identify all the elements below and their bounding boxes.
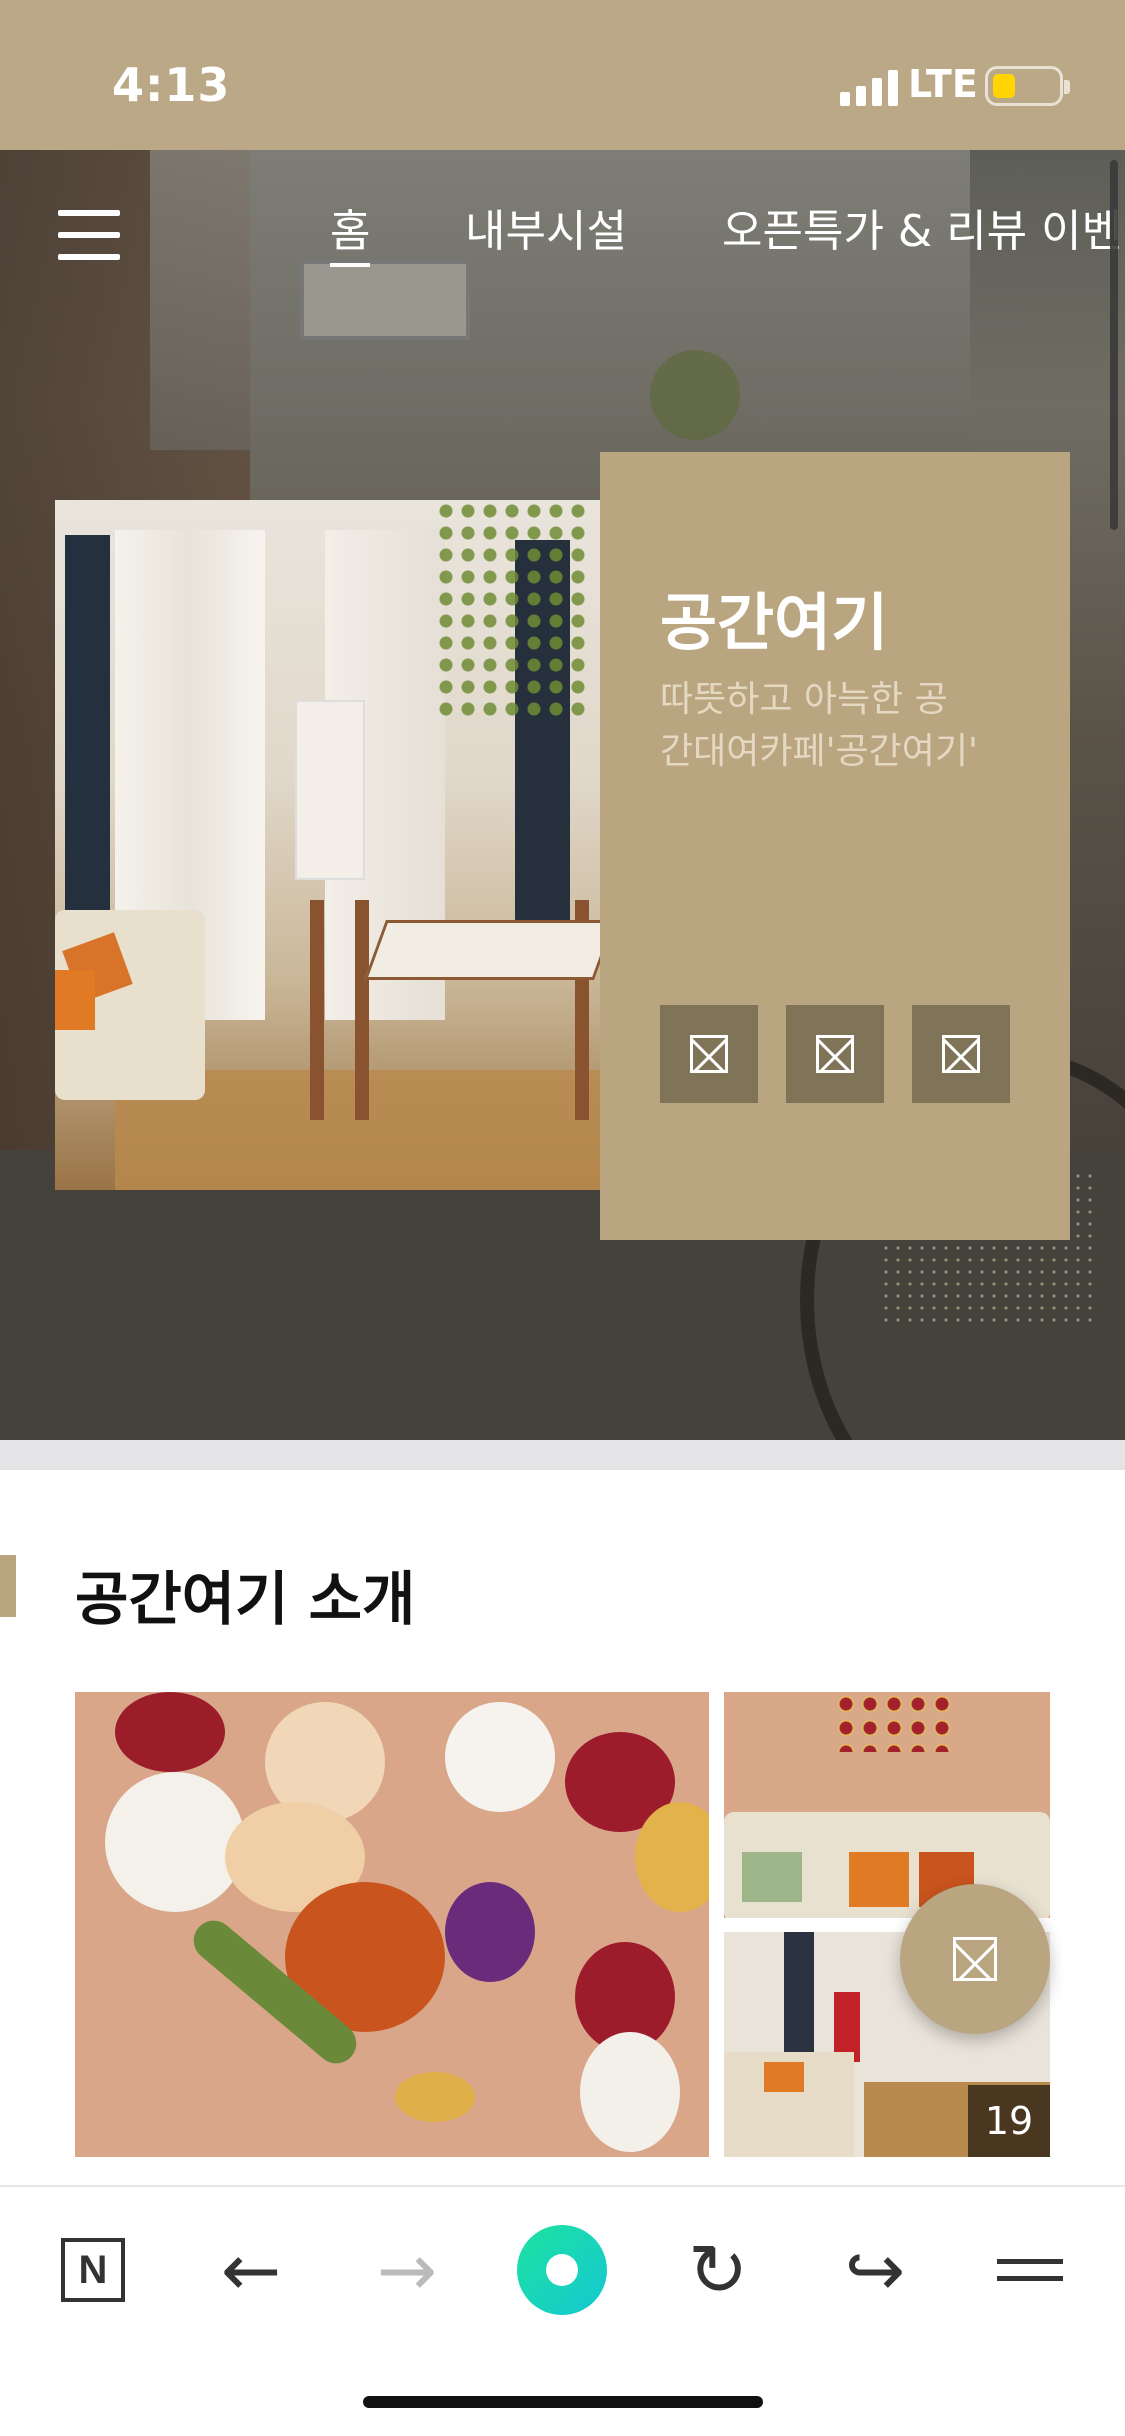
status-time: 4:13 — [112, 58, 231, 112]
tab-facilities[interactable]: 내부시설 — [465, 195, 627, 259]
reload-icon: ↻ — [687, 2228, 749, 2312]
broken-image-icon[interactable] — [660, 1005, 758, 1103]
card-title: 공간여기 — [660, 586, 889, 659]
scrollbar[interactable] — [1110, 160, 1118, 530]
forward-button[interactable]: → — [362, 2225, 452, 2315]
ceiling-ac-unit — [300, 260, 470, 340]
status-bar: 4:13 LTE — [0, 0, 1125, 150]
green-dot-icon — [517, 2225, 607, 2315]
share-icon: ↪ — [844, 2228, 906, 2312]
tab-open-sale-review-event[interactable]: 오픈특가 & 리뷰 이벤 — [722, 195, 1122, 259]
signal-icon — [840, 68, 904, 106]
back-arrow-icon: ← — [220, 2228, 282, 2312]
more-menu-button[interactable] — [985, 2225, 1075, 2315]
floating-action-button[interactable] — [900, 1884, 1050, 2034]
menu-icon — [997, 2247, 1063, 2293]
section-title-marker — [0, 1555, 16, 1617]
broken-image-icon[interactable] — [912, 1005, 1010, 1103]
broken-image-icon[interactable] — [786, 1005, 884, 1103]
network-type: LTE — [908, 62, 978, 106]
forward-arrow-icon: → — [376, 2228, 438, 2312]
hero-info-card: 공간여기 따뜻하고 아늑한 공간대여카페'공간여기' — [600, 452, 1070, 1240]
gallery-photo-count: 19 — [968, 2085, 1050, 2157]
battery-icon — [985, 66, 1070, 106]
naver-home-button[interactable]: N — [48, 2225, 138, 2315]
naver-logo-icon: N — [61, 2238, 125, 2302]
gallery-main-image[interactable] — [75, 1692, 709, 2157]
home-indicator[interactable] — [363, 2396, 763, 2408]
back-button[interactable]: ← — [206, 2225, 296, 2315]
broken-image-icon — [953, 1937, 997, 1981]
gallery-thumb-1[interactable] — [724, 1692, 1050, 1918]
hero-room-photo — [55, 500, 600, 1190]
section-divider — [0, 1440, 1125, 1470]
card-description: 따뜻하고 아늑한 공간대여카페'공간여기' — [660, 679, 978, 772]
reload-button[interactable]: ↻ — [673, 2225, 763, 2315]
share-button[interactable]: ↪ — [830, 2225, 920, 2315]
tab-home[interactable]: 홈 — [330, 195, 371, 267]
hamburger-menu-icon[interactable] — [58, 210, 120, 262]
section-title: 공간여기 소개 — [75, 1565, 416, 1633]
green-dot-button[interactable] — [517, 2225, 607, 2315]
